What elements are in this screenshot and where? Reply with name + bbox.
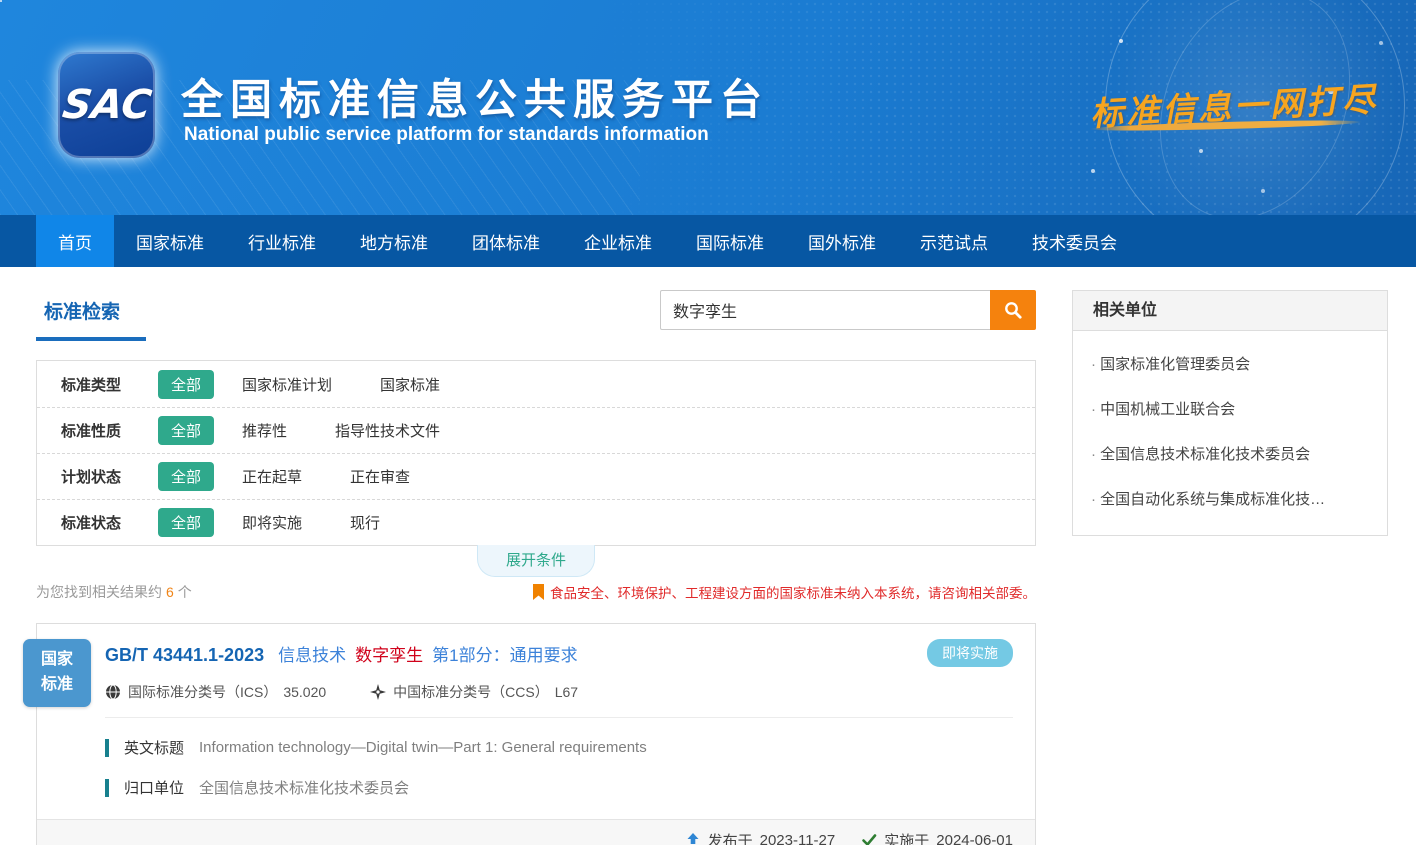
result-count-number: 6 <box>166 584 174 600</box>
standard-result-card: 国家 标准 GB/T 43441.1-2023 信息技术 数字孪生 第1部分：通… <box>36 623 1036 845</box>
nav-item-enterprise-standards[interactable]: 企业标准 <box>562 215 674 267</box>
standard-title-link[interactable]: GB/T 43441.1-2023 信息技术 数字孪生 第1部分：通用要求 <box>105 641 587 666</box>
field-row-committee: 归口单位 全国信息技术标准化技术委员会 <box>105 777 1013 798</box>
filter-all-badge[interactable]: 全部 <box>158 416 214 445</box>
sidebar-item-sac[interactable]: 国家标准化管理委员会 <box>1091 341 1369 386</box>
filter-option[interactable]: 现行 <box>350 512 380 533</box>
page-title: 标准检索 <box>36 287 146 341</box>
nav-item-home[interactable]: 首页 <box>36 215 114 267</box>
field-value: Information technology—Digital twin—Part… <box>199 739 647 756</box>
standard-title-part: 信息技术 <box>278 641 346 666</box>
filter-row-plan-status: 计划状态 全部 正在起草 正在审查 <box>37 453 1035 499</box>
sidebar-item-automation-committee[interactable]: 全国自动化系统与集成标准化技… <box>1091 476 1369 521</box>
compass-icon <box>370 684 386 700</box>
result-count: 为您找到相关结果约6个 <box>36 582 192 602</box>
implemented-date: 2024-06-01 <box>936 832 1013 845</box>
related-units-sidebar: 相关单位 国家标准化管理委员会 中国机械工业联合会 全国信息技术标准化技术委员会… <box>1072 290 1388 536</box>
filter-label: 标准性质 <box>61 420 158 441</box>
notice-text: 食品安全、环境保护、工程建设方面的国家标准未纳入本系统，请咨询相关部委。 <box>550 582 1036 602</box>
ccs-label: 中国标准分类号（CCS） <box>393 682 549 702</box>
ics-value: 35.020 <box>283 684 326 700</box>
ccs-value: L67 <box>555 684 578 700</box>
filter-box: 标准类型 全部 国家标准计划 国家标准 标准性质 全部 推荐性 指导性技术文件 … <box>36 360 1036 546</box>
publish-upload-icon <box>685 833 701 845</box>
nav-item-industry-standards[interactable]: 行业标准 <box>226 215 338 267</box>
card-footer: 发布于 2023-11-27 实施于 2024-06-01 <box>37 819 1035 845</box>
filter-option[interactable]: 正在审查 <box>350 466 410 487</box>
filter-option[interactable]: 即将实施 <box>242 512 302 533</box>
site-header: SAC 全国标准信息公共服务平台 National public service… <box>0 0 1416 215</box>
sidebar-item-it-standards-committee[interactable]: 全国信息技术标准化技术委员会 <box>1091 431 1369 476</box>
field-accent-bar <box>105 779 109 797</box>
standard-code: GB/T 43441.1-2023 <box>105 645 264 666</box>
nav-item-international-standards[interactable]: 国际标准 <box>674 215 786 267</box>
published-date-group: 发布于 2023-11-27 <box>685 830 836 845</box>
published-label: 发布于 <box>708 830 753 845</box>
filter-row-standard-status: 标准状态 全部 即将实施 现行 <box>37 499 1035 545</box>
filter-row-standard-type: 标准类型 全部 国家标准计划 国家标准 <box>37 361 1035 407</box>
nav-item-technical-committees[interactable]: 技术委员会 <box>1010 215 1139 267</box>
card-body: GB/T 43441.1-2023 信息技术 数字孪生 第1部分：通用要求 即将… <box>37 624 1035 798</box>
main-nav: 首页 国家标准 行业标准 地方标准 团体标准 企业标准 国际标准 国外标准 示范… <box>0 215 1416 267</box>
field-accent-bar <box>105 739 109 757</box>
expand-conditions-button[interactable]: 展开条件 <box>477 545 595 577</box>
sac-logo-text: SAC <box>59 82 153 128</box>
filter-label: 标准类型 <box>61 374 158 395</box>
nav-item-pilot[interactable]: 示范试点 <box>898 215 1010 267</box>
sidebar-list: 国家标准化管理委员会 中国机械工业联合会 全国信息技术标准化技术委员会 全国自动… <box>1073 331 1387 535</box>
classification-row: 国际标准分类号（ICS） 35.020 中国标准分类号（CCS） L67 <box>105 682 1013 702</box>
nav-item-local-standards[interactable]: 地方标准 <box>338 215 450 267</box>
main-content: 标准检索 标准类型 全部 国家标准计划 国家标准 标准性质 全部 推荐性 <box>0 267 1416 845</box>
field-label: 归口单位 <box>124 777 184 798</box>
ics-label: 国际标准分类号（ICS） <box>128 682 277 702</box>
sac-logo[interactable]: SAC <box>58 52 155 158</box>
globe-icon <box>105 684 121 700</box>
standard-type-badge: 国家 标准 <box>23 639 91 707</box>
filter-option[interactable]: 国家标准 <box>380 374 440 395</box>
search-input[interactable] <box>660 290 990 330</box>
search-section: 标准检索 <box>36 287 1036 349</box>
filter-option[interactable]: 正在起草 <box>242 466 302 487</box>
result-info-bar: 为您找到相关结果约6个 食品安全、环境保护、工程建设方面的国家标准未纳入本系统，… <box>36 582 1036 602</box>
search-icon <box>1003 300 1023 320</box>
implemented-label: 实施于 <box>884 830 929 845</box>
filter-all-badge[interactable]: 全部 <box>158 370 214 399</box>
bookmark-icon <box>532 584 545 601</box>
implement-check-icon <box>861 833 877 845</box>
field-row-english-title: 英文标题 Information technology—Digital twin… <box>105 737 1013 758</box>
implemented-date-group: 实施于 2024-06-01 <box>861 830 1013 845</box>
system-notice: 食品安全、环境保护、工程建设方面的国家标准未纳入本系统，请咨询相关部委。 <box>532 582 1036 602</box>
nav-item-foreign-standards[interactable]: 国外标准 <box>786 215 898 267</box>
filter-all-badge[interactable]: 全部 <box>158 462 214 491</box>
filter-label: 标准状态 <box>61 512 158 533</box>
card-divider <box>105 717 1013 718</box>
filter-option[interactable]: 推荐性 <box>242 420 287 441</box>
filter-option[interactable]: 国家标准计划 <box>242 374 332 395</box>
sidebar-title: 相关单位 <box>1073 291 1387 331</box>
standard-title-highlight: 数字孪生 <box>355 641 423 666</box>
search-box <box>660 290 1036 330</box>
filter-all-badge[interactable]: 全部 <box>158 508 214 537</box>
filter-label: 计划状态 <box>61 466 158 487</box>
standard-title-part: 第1部分：通用要求 <box>432 641 577 666</box>
filter-option[interactable]: 指导性技术文件 <box>335 420 440 441</box>
sidebar-item-machinery-federation[interactable]: 中国机械工业联合会 <box>1091 386 1369 431</box>
status-badge: 即将实施 <box>927 639 1013 667</box>
field-value: 全国信息技术标准化技术委员会 <box>199 777 409 798</box>
field-label: 英文标题 <box>124 737 184 758</box>
filter-row-standard-nature: 标准性质 全部 推荐性 指导性技术文件 <box>37 407 1035 453</box>
search-button[interactable] <box>990 290 1036 330</box>
published-date: 2023-11-27 <box>760 832 836 845</box>
content-left: 标准检索 标准类型 全部 国家标准计划 国家标准 标准性质 全部 推荐性 <box>36 287 1036 845</box>
site-subtitle: National public service platform for sta… <box>184 124 709 146</box>
sparkle-dots <box>0 0 2 2</box>
card-title-row: GB/T 43441.1-2023 信息技术 数字孪生 第1部分：通用要求 即将… <box>105 639 1013 667</box>
nav-item-national-standards[interactable]: 国家标准 <box>114 215 226 267</box>
nav-item-group-standards[interactable]: 团体标准 <box>450 215 562 267</box>
site-title: 全国标准信息公共服务平台 <box>181 66 769 127</box>
